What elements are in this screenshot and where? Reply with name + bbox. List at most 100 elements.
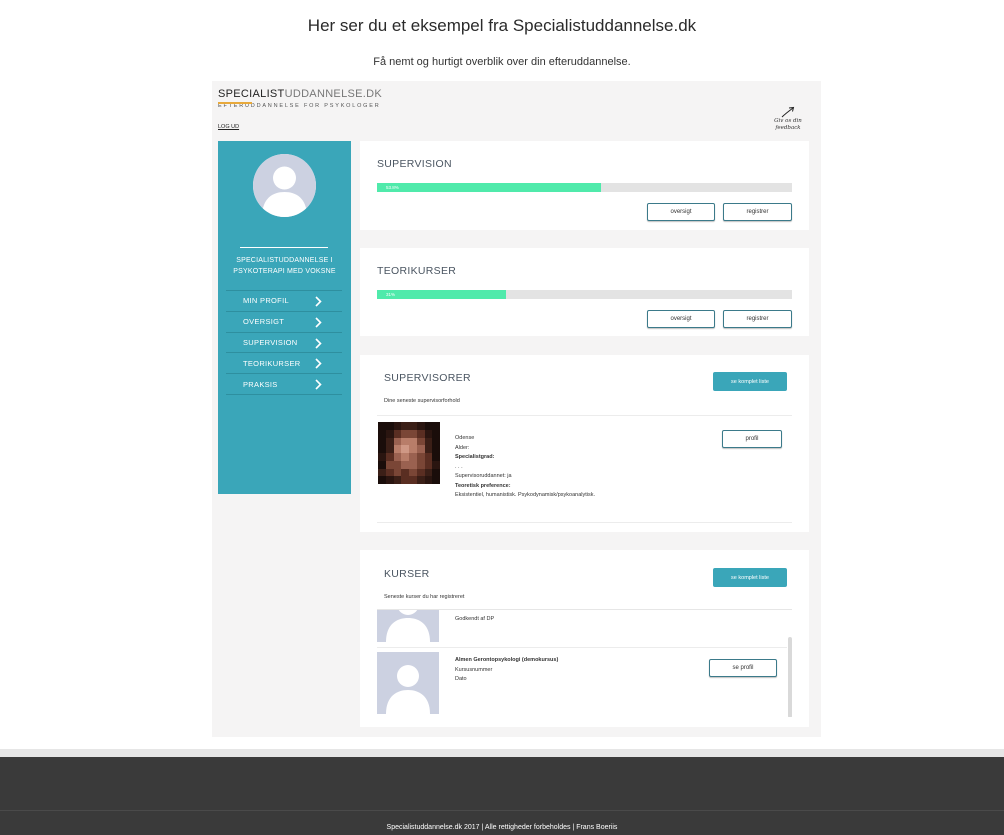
divider [377, 415, 792, 416]
photo-pixel [401, 468, 409, 477]
kurser-full-list-button[interactable]: se komplet liste [713, 568, 787, 587]
photo-pixel [424, 422, 433, 430]
brand-logo[interactable]: SPECIALISTUDDANNELSE.DK EFTERUDDANNELSE … [218, 88, 382, 109]
user-silhouette-icon [386, 665, 430, 714]
photo-pixel [378, 460, 386, 469]
supervisor-degree-value: . . . [455, 463, 463, 470]
photo-pixel [432, 445, 440, 453]
sidebar-item-teorikurser[interactable]: TEORIKURSER [226, 353, 342, 375]
sidebar-item-oversigt[interactable]: OVERSIGT [226, 312, 342, 333]
course-list[interactable]: Godkendt af DP Almen Gerontopsykologi (d… [377, 609, 792, 717]
photo-pixel [416, 453, 425, 461]
photo-pixel [378, 422, 386, 430]
photo-pixel [393, 460, 402, 469]
chevron-right-icon [315, 358, 322, 369]
supervisor-preference-label: Teoretisk preference: [455, 482, 511, 489]
supervision-register-button[interactable]: registrer [723, 203, 792, 221]
progress-fill [377, 183, 602, 192]
photo-pixel [378, 437, 386, 446]
supervision-card: SUPERVISION 53.8% oversigt registrer [360, 141, 809, 230]
photo-pixel [416, 437, 425, 446]
photo-pixel [432, 476, 440, 484]
sidebar-item-min-profil[interactable]: MIN PROFIL [226, 291, 342, 312]
photo-pixel [424, 460, 433, 469]
supervisor-profile-button[interactable]: profil [722, 430, 782, 448]
photo-pixel [401, 437, 409, 446]
photo-pixel [432, 422, 440, 430]
supervisor-education: Supervisoruddannet: ja [455, 473, 512, 479]
supervision-overview-button[interactable]: oversigt [647, 203, 715, 221]
teorikurser-overview-button[interactable]: oversigt [647, 310, 715, 328]
photo-pixel [385, 468, 394, 477]
course-list-scrollbar[interactable] [788, 637, 792, 717]
photo-pixel [416, 468, 425, 477]
chevron-right-icon [315, 379, 322, 390]
app-screenshot-frame: SPECIALISTUDDANNELSE.DK EFTERUDDANNELSE … [212, 81, 821, 737]
photo-pixel [393, 476, 402, 484]
card-title: KURSER [384, 568, 430, 580]
supervisor-details: Odense Alder: Specialistgrad: . . . Supe… [455, 434, 595, 501]
photo-pixel [416, 460, 425, 469]
sidebar-item-supervision[interactable]: SUPERVISION [226, 333, 342, 354]
photo-pixel [409, 429, 417, 438]
teorikurser-register-button[interactable]: registrer [723, 310, 792, 328]
photo-pixel [424, 445, 433, 453]
supervisorer-card: SUPERVISORER se komplet liste Dine senes… [360, 355, 809, 532]
photo-pixel [393, 429, 402, 438]
feedback-line-1: Giv os din [774, 118, 802, 124]
teorikurser-card: TEORIKURSER 31% oversigt registrer [360, 248, 809, 336]
photo-pixel [409, 437, 417, 446]
photo-pixel [432, 437, 440, 446]
logout-link[interactable]: LOG UD [218, 124, 239, 130]
progress-label: 31% [386, 292, 396, 297]
photo-pixel [385, 460, 394, 469]
course-thumbnail [377, 610, 439, 642]
divider [377, 647, 787, 648]
list-item: Godkendt af DP [377, 610, 792, 644]
photo-pixel [378, 468, 386, 477]
arrow-up-right-icon [781, 106, 795, 118]
sidebar: SPECIALISTUDDANNELSE I PSYKOTERAPI MED V… [218, 141, 351, 494]
photo-pixel [409, 468, 417, 477]
sidebar-divider [240, 247, 328, 248]
photo-pixel [401, 460, 409, 469]
photo-pixel [393, 437, 402, 446]
course-thumbnail [377, 652, 439, 714]
brand-name: SPECIALISTUDDANNELSE.DK [218, 88, 382, 100]
photo-pixel [409, 453, 417, 461]
supervisor-preference-value: Eksistentiel, humanistisk. Psykodynamisk… [455, 492, 595, 498]
photo-pixel [393, 445, 402, 453]
chevron-right-icon [315, 317, 322, 328]
avatar[interactable] [253, 154, 316, 217]
kurser-card: KURSER se komplet liste Seneste kurser d… [360, 550, 809, 727]
list-item: Almen Gerontopsykologi (demokursus) Kurs… [377, 652, 792, 716]
photo-pixel [378, 445, 386, 453]
photo-pixel [409, 445, 417, 453]
supervisor-degree-label: Specialistgrad: [455, 454, 495, 460]
course-profile-button[interactable]: se profil [709, 659, 777, 677]
course-name: Almen Gerontopsykologi (demokursus) [455, 657, 559, 663]
supervisorer-full-list-button[interactable]: se komplet liste [713, 372, 787, 391]
sidebar-item-praksis[interactable]: PRAKSIS [226, 374, 342, 395]
sidebar-nav: MIN PROFIL OVERSIGT SUPERVISION TEORIKUR… [226, 290, 342, 395]
photo-pixel [385, 476, 394, 484]
photo-pixel [401, 422, 409, 430]
chevron-right-icon [315, 296, 322, 307]
photo-pixel [432, 460, 440, 469]
footer: Specialistuddannelse.dk 2017 | Alle rett… [0, 757, 1004, 835]
card-title: SUPERVISORER [384, 372, 471, 384]
photo-pixel [385, 453, 394, 461]
progress-fill [377, 290, 506, 299]
photo-pixel [378, 429, 386, 438]
feedback-link[interactable]: Giv os din feedback [773, 106, 803, 132]
photo-pixel [424, 437, 433, 446]
photo-pixel [409, 476, 417, 484]
page-title: Her ser du et eksempel fra Specialistudd… [307, 16, 697, 35]
photo-pixel [393, 422, 402, 430]
supervisorer-caption: Dine seneste supervisorforhold [384, 398, 460, 404]
feedback-line-2: feedback [775, 125, 801, 131]
card-title: SUPERVISION [377, 158, 452, 170]
photo-pixel [378, 453, 386, 461]
card-title: TEORIKURSER [377, 265, 457, 277]
photo-pixel [409, 460, 417, 469]
